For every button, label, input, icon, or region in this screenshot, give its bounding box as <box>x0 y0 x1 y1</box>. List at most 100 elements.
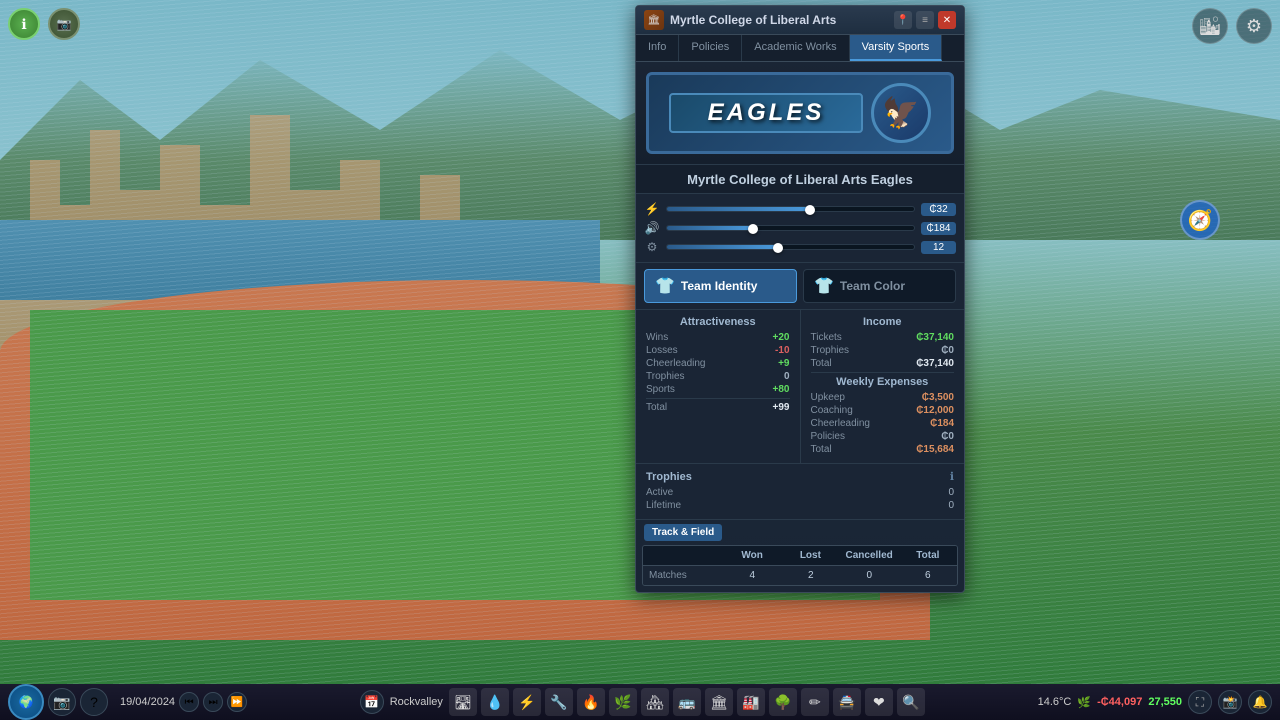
info-circle-button[interactable]: ℹ <box>8 8 40 40</box>
stat-upkeep: Upkeep ₵3,500 <box>811 392 955 403</box>
fast-fwd-btn[interactable]: ⏩ <box>227 692 247 712</box>
tool-fire[interactable]: 🔥 <box>577 688 605 716</box>
trophies-header: Trophies ℹ <box>646 470 954 483</box>
play2-btn[interactable]: ⏭ <box>203 692 223 712</box>
eagle-mascot-icon: 🦅 <box>871 83 931 143</box>
sport-tag-container: Track & Field <box>636 520 964 545</box>
city-info-button[interactable]: 🏙 <box>1192 8 1228 44</box>
stat-coaching-value: ₵12,000 <box>916 405 954 416</box>
slider-icon-2: 🔊 <box>644 220 660 236</box>
play-btn[interactable]: ⏮ <box>179 692 199 712</box>
camera-button[interactable]: 📷 <box>48 8 80 40</box>
tab-team-identity[interactable]: 👕 Team Identity <box>644 269 797 303</box>
attractiveness-panel: Attractiveness Wins +20 Losses -10 Cheer… <box>636 310 800 463</box>
slider-thumb-2[interactable] <box>748 224 758 234</box>
trophy-active-label: Active <box>646 487 673 498</box>
tool-decal[interactable]: ✏ <box>801 688 829 716</box>
stat-wins: Wins +20 <box>646 332 790 343</box>
tool-nature[interactable]: 🌿 <box>609 688 637 716</box>
panel-actions: 📍 ≡ ✕ <box>894 11 956 29</box>
tool-health[interactable]: ❤ <box>865 688 893 716</box>
tool-power[interactable]: ⚡ <box>513 688 541 716</box>
slider-row-3: ⚙ 12 <box>644 239 956 255</box>
panel-icon: 🏛 <box>644 10 664 30</box>
income-divider <box>811 372 955 373</box>
fullscreen-btn[interactable]: ⛶ <box>1188 690 1212 714</box>
stat-income-total: Total ₵37,140 <box>811 358 955 369</box>
info-button[interactable]: ≡ <box>916 11 934 29</box>
stat-wins-label: Wins <box>646 332 668 343</box>
stat-cheerleading-label: Cheerleading <box>646 358 706 369</box>
tab-policies[interactable]: Policies <box>679 35 742 61</box>
slider-track-2[interactable] <box>666 225 915 231</box>
stat-cheerleading-exp: Cheerleading ₵184 <box>811 418 955 429</box>
stat-coaching: Coaching ₵12,000 <box>811 405 955 416</box>
tool-industry[interactable]: 🏭 <box>737 688 765 716</box>
stat-upkeep-value: ₵3,500 <box>922 392 954 403</box>
money-display: -₵44,097 <box>1097 696 1142 708</box>
bottom-bar-center: 📅 Rockvalley 🛣 💧 ⚡ 🔧 🔥 🌿 🏘 🚌 🏛 🏭 🌳 ✏ 🚔 ❤… <box>360 688 925 716</box>
tool-water[interactable]: 💧 <box>481 688 509 716</box>
slider-thumb-3[interactable] <box>773 243 783 253</box>
camera2-button[interactable]: 📷 <box>48 688 76 716</box>
stat-cheerleading-exp-value: ₵184 <box>930 418 954 429</box>
close-button[interactable]: ✕ <box>938 11 956 29</box>
settings-button[interactable]: ⚙ <box>1236 8 1272 44</box>
city-name-display: Rockvalley <box>390 696 443 708</box>
stat-trophies-income-label: Trophies <box>811 345 850 356</box>
identity-color-tabs: 👕 Team Identity 👕 Team Color <box>636 263 964 310</box>
trophies-info-btn[interactable]: ℹ <box>950 470 954 483</box>
quest-button[interactable]: ? <box>80 688 108 716</box>
notification-btn[interactable]: 🔔 <box>1248 690 1272 714</box>
tab-varsity-sports[interactable]: Varsity Sports <box>850 35 943 61</box>
tool-parks[interactable]: 🌳 <box>769 688 797 716</box>
match-lost-value: 2 <box>782 566 841 585</box>
col-header-cancelled: Cancelled <box>840 546 899 565</box>
tool-road[interactable]: 🛣 <box>449 688 477 716</box>
panel-tabs: Info Policies Academic Works Varsity Spo… <box>636 35 964 62</box>
trophy-active-row: Active 0 <box>646 487 954 498</box>
location-button[interactable]: 📍 <box>894 11 912 29</box>
slider-fill-3 <box>667 245 778 249</box>
match-won-value: 4 <box>723 566 782 585</box>
stat-wins-value: +20 <box>773 332 790 343</box>
expenses-title: Weekly Expenses <box>811 376 955 388</box>
attractiveness-title: Attractiveness <box>646 316 790 328</box>
slider-track-3[interactable] <box>666 244 915 250</box>
tool-zone[interactable]: 🏘 <box>641 688 669 716</box>
slider-thumb-1[interactable] <box>805 205 815 215</box>
col-header-total: Total <box>899 546 957 565</box>
stat-trophies-attr: Trophies 0 <box>646 371 790 382</box>
compass-button[interactable]: 🧭 <box>1180 200 1220 240</box>
tool-transport[interactable]: 🚌 <box>673 688 701 716</box>
stat-trophies-attr-value: 0 <box>784 371 790 382</box>
col-header-lost: Lost <box>781 546 839 565</box>
col-header-matches <box>643 546 723 565</box>
panel-title-left: 🏛 Myrtle College of Liberal Arts <box>644 10 836 30</box>
globe-button[interactable]: 🌍 <box>8 684 44 720</box>
stat-coaching-label: Coaching <box>811 405 853 416</box>
color-icon: 👕 <box>814 276 834 296</box>
bottom-bar-left: 🌍 📷 ? 19/04/2024 ⏮ ⏭ ⏩ <box>8 684 247 720</box>
color-label: Team Color <box>840 279 905 293</box>
trophy-active-value: 0 <box>948 487 954 498</box>
tool-search[interactable]: 🔍 <box>897 688 925 716</box>
stat-upkeep-label: Upkeep <box>811 392 845 403</box>
identity-icon: 👕 <box>655 276 675 296</box>
stat-policies-label: Policies <box>811 431 845 442</box>
tool-police[interactable]: 🚔 <box>833 688 861 716</box>
tab-team-color[interactable]: 👕 Team Color <box>803 269 956 303</box>
stat-tickets-label: Tickets <box>811 332 842 343</box>
tool-pipe[interactable]: 🔧 <box>545 688 573 716</box>
tool-services[interactable]: 🏛 <box>705 688 733 716</box>
panel-title: Myrtle College of Liberal Arts <box>670 13 836 27</box>
sliders-section: ⚡ ₵32 🔊 ₵184 ⚙ 12 <box>636 194 964 263</box>
slider-track-1[interactable] <box>666 206 915 212</box>
trophy-lifetime-value: 0 <box>948 500 954 511</box>
tab-info[interactable]: Info <box>636 35 679 61</box>
tab-academic-works[interactable]: Academic Works <box>742 35 849 61</box>
match-table: Won Lost Cancelled Total Matches 4 2 0 6 <box>642 545 958 586</box>
eagles-logo-text: EAGLES <box>683 99 849 127</box>
bottom-toolbar: 🛣 💧 ⚡ 🔧 🔥 🌿 🏘 🚌 🏛 🏭 🌳 ✏ 🚔 ❤ 🔍 <box>449 688 925 716</box>
screenshot-btn[interactable]: 📸 <box>1218 690 1242 714</box>
